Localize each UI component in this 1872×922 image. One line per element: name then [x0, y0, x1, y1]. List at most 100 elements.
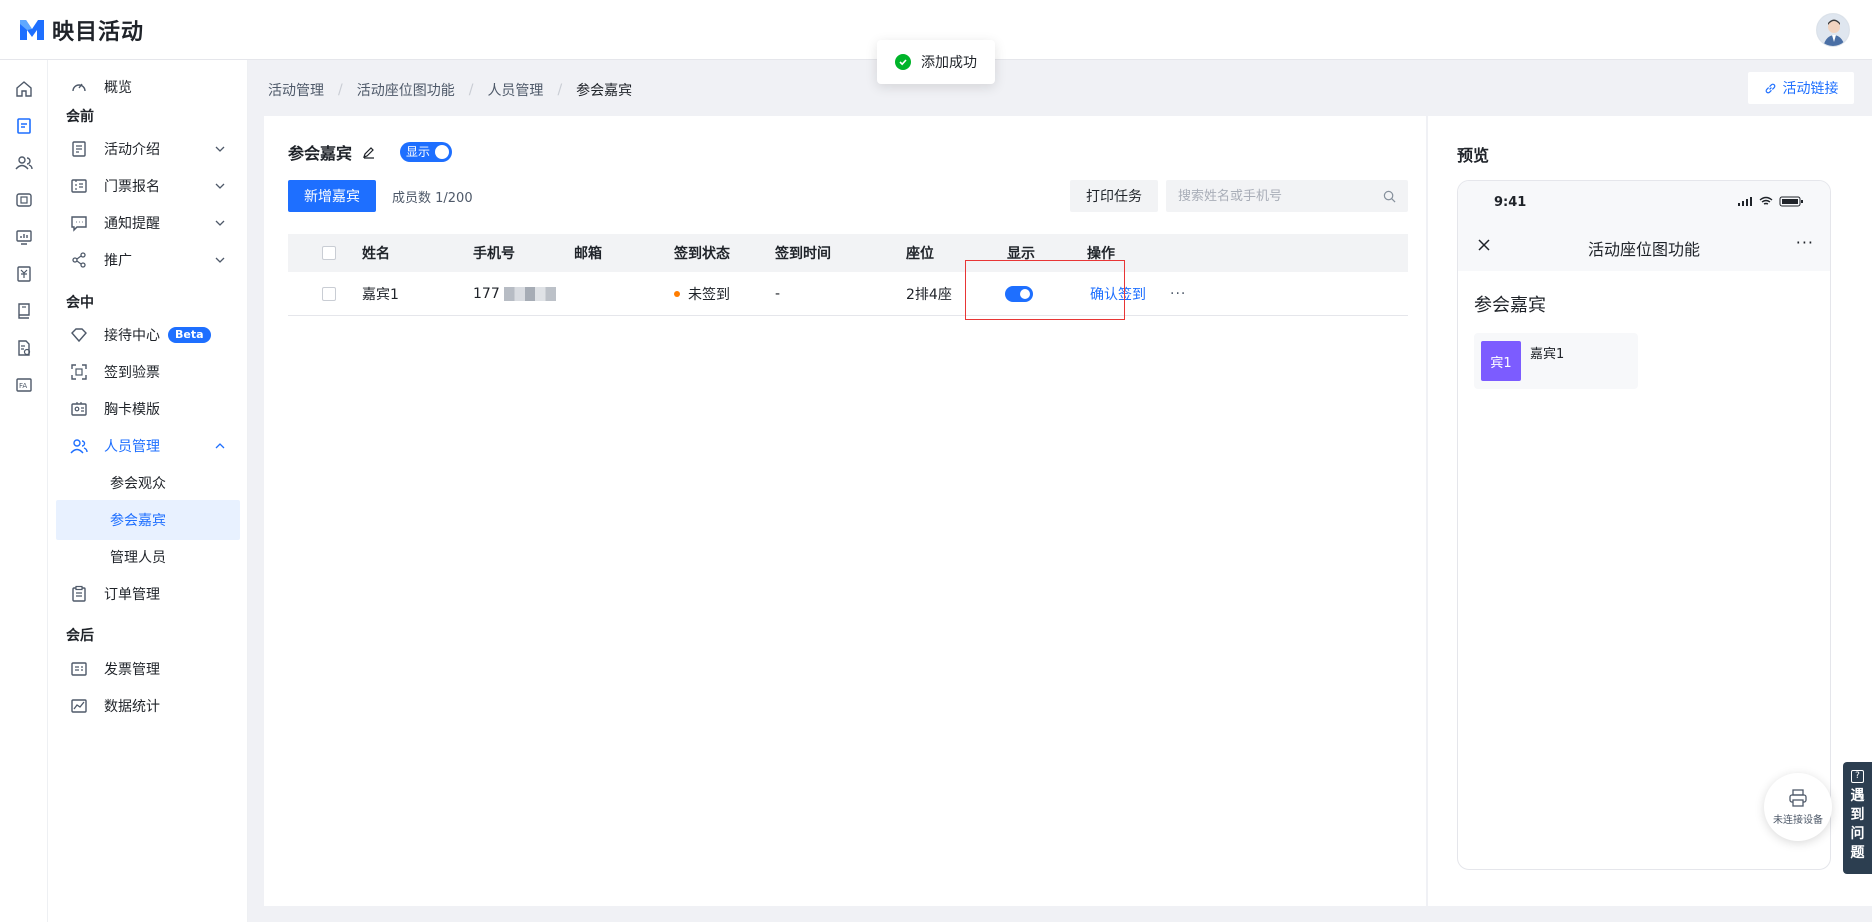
sidebar-item-guests[interactable]: 参会嘉宾	[56, 500, 240, 540]
document-icon	[72, 141, 86, 157]
row-select-cell	[322, 272, 336, 315]
share-icon	[72, 252, 86, 268]
seat-highlight-box	[965, 260, 1125, 320]
report-icon[interactable]	[14, 338, 34, 358]
help-char: 题	[1850, 845, 1865, 861]
search-box	[1166, 180, 1408, 212]
book-icon[interactable]	[14, 301, 34, 321]
panel-header: 参会嘉宾 显示	[288, 140, 453, 164]
sidebar-item-badge-template[interactable]: 胸卡模版	[56, 389, 240, 429]
sidebar-item-invoice[interactable]: 发票管理	[56, 649, 240, 689]
home-icon[interactable]	[14, 79, 34, 99]
breadcrumb-separator: /	[468, 82, 474, 98]
screen-icon[interactable]	[14, 227, 34, 247]
table-row: 嘉宾1 177 未签到 - 2排4座 确认签到 ···	[288, 272, 1408, 316]
column-header: 邮箱	[574, 246, 602, 262]
add-guest-button[interactable]: 新增嘉宾	[288, 180, 376, 212]
sidebar-item-label: 参会观众	[110, 476, 166, 492]
phone-time: 9:41	[1494, 195, 1527, 210]
id-card-icon	[71, 402, 87, 416]
chart-icon	[71, 699, 87, 713]
page-title: 参会嘉宾	[288, 144, 353, 163]
signal-battery-icon	[1738, 196, 1803, 207]
select-all-checkbox[interactable]	[322, 246, 336, 260]
sidebar-item-intro[interactable]: 活动介绍	[56, 129, 240, 169]
invoice-icon	[71, 662, 87, 676]
print-task-button[interactable]: 打印任务	[1070, 180, 1158, 212]
avatar-icon	[1817, 14, 1849, 46]
activity-icon[interactable]	[14, 116, 34, 136]
sidebar-item-promote[interactable]: 推广	[56, 240, 240, 280]
breadcrumb-separator: /	[338, 82, 343, 98]
user-avatar[interactable]	[1816, 13, 1850, 47]
phone-preview: 9:41 活动座位图功能 ··· 参会嘉宾 宾1 嘉宾1	[1457, 180, 1831, 870]
guest-phone-cell: 177	[473, 272, 556, 315]
sidebar-group-pre: 会前	[66, 109, 94, 125]
sidebar-item-stats[interactable]: 数据统计	[56, 686, 240, 726]
help-tab[interactable]: ? 遇 到 问 题	[1843, 762, 1872, 874]
logo-icon	[20, 20, 44, 40]
help-icon: ?	[1851, 770, 1864, 783]
dashboard-icon	[72, 83, 86, 92]
app-name: 映目活动	[52, 20, 145, 45]
toggle-knob	[435, 145, 450, 159]
member-count: 成员数 1/200	[392, 191, 473, 206]
sidebar-group-post: 会后	[66, 628, 94, 644]
media-icon[interactable]	[14, 190, 34, 210]
chevron-down-icon	[215, 220, 225, 226]
column-header: 姓名	[362, 246, 390, 262]
help-char: 遇	[1850, 788, 1865, 804]
more-actions-icon[interactable]: ···	[1170, 286, 1186, 302]
sidebar-item-tickets[interactable]: 门票报名	[56, 166, 240, 206]
sidebar-item-people[interactable]: 人员管理	[56, 426, 240, 466]
sidebar-item-label: 管理人员	[110, 550, 166, 566]
activity-link-button[interactable]: 活动链接	[1748, 72, 1854, 104]
phone-nav-title: 活动座位图功能	[1587, 240, 1700, 259]
show-toggle[interactable]: 显示	[400, 142, 453, 162]
sidebar-item-audience[interactable]: 参会观众	[56, 463, 240, 503]
device-connection-button[interactable]: 未连接设备	[1764, 773, 1832, 841]
people-icon[interactable]	[14, 153, 34, 173]
sidebar-item-overview[interactable]: 概览	[56, 67, 240, 107]
chevron-down-icon	[215, 257, 225, 263]
activity-link-label: 活动链接	[1782, 81, 1839, 97]
sidebar-item-checkin[interactable]: 签到验票	[56, 352, 240, 392]
edit-icon[interactable]	[362, 145, 376, 159]
column-header: 签到状态	[674, 246, 730, 262]
seat-cell: 2排4座	[906, 286, 952, 303]
sidebar-item-notify[interactable]: 通知提醒	[56, 203, 240, 243]
finance-icon[interactable]	[14, 264, 34, 284]
sidebar-item-label: 门票报名	[104, 179, 160, 195]
guest-card-name: 嘉宾1	[1530, 347, 1565, 362]
table-header: 姓名 手机号 邮箱 签到状态 签到时间 座位 显示 操作	[288, 234, 1408, 272]
sidebar-item-orders[interactable]: 订单管理	[56, 574, 240, 614]
breadcrumb-item[interactable]: 活动座位图功能	[357, 80, 455, 100]
chevron-down-icon	[215, 183, 225, 189]
column-header: 手机号	[473, 246, 515, 262]
breadcrumb-separator: /	[557, 82, 563, 98]
checkin-time-cell: -	[775, 285, 781, 302]
help-char: 问	[1850, 826, 1865, 842]
sidebar-item-label: 推广	[104, 253, 132, 269]
breadcrumb-item[interactable]: 活动管理	[268, 80, 324, 100]
guest-card[interactable]: 宾1 嘉宾1	[1474, 333, 1638, 389]
sidebar: 概览 会前 活动介绍 门票报名 通知提醒 推广 会中 接待中心 Beta 签到验…	[48, 60, 248, 922]
svg-text:FA: FA	[19, 382, 27, 390]
guest-panel: 参会嘉宾 显示 新增嘉宾 成员数 1/200 打印任务 姓名 手机号 邮箱 签到…	[264, 116, 1426, 906]
help-char: 到	[1850, 807, 1865, 823]
more-icon[interactable]: ···	[1796, 233, 1814, 252]
app-logo[interactable]: 映目活动	[18, 14, 144, 46]
search-icon[interactable]	[1383, 190, 1396, 203]
guest-avatar: 宾1	[1481, 341, 1521, 381]
breadcrumb-item[interactable]: 人员管理	[487, 80, 543, 100]
sidebar-item-staff[interactable]: 管理人员	[56, 537, 240, 577]
breadcrumb: 活动管理 / 活动座位图功能 / 人员管理 / 参会嘉宾	[268, 80, 632, 100]
phone-status-bar: 9:41	[1458, 181, 1830, 221]
printer-icon	[1789, 788, 1807, 807]
fa-icon[interactable]: FA	[14, 375, 34, 395]
row-checkbox[interactable]	[322, 286, 336, 301]
sidebar-item-reception[interactable]: 接待中心 Beta	[56, 315, 240, 355]
users-icon	[70, 439, 88, 454]
checkin-status-cell: 未签到	[674, 272, 730, 315]
search-input[interactable]	[1166, 180, 1366, 212]
